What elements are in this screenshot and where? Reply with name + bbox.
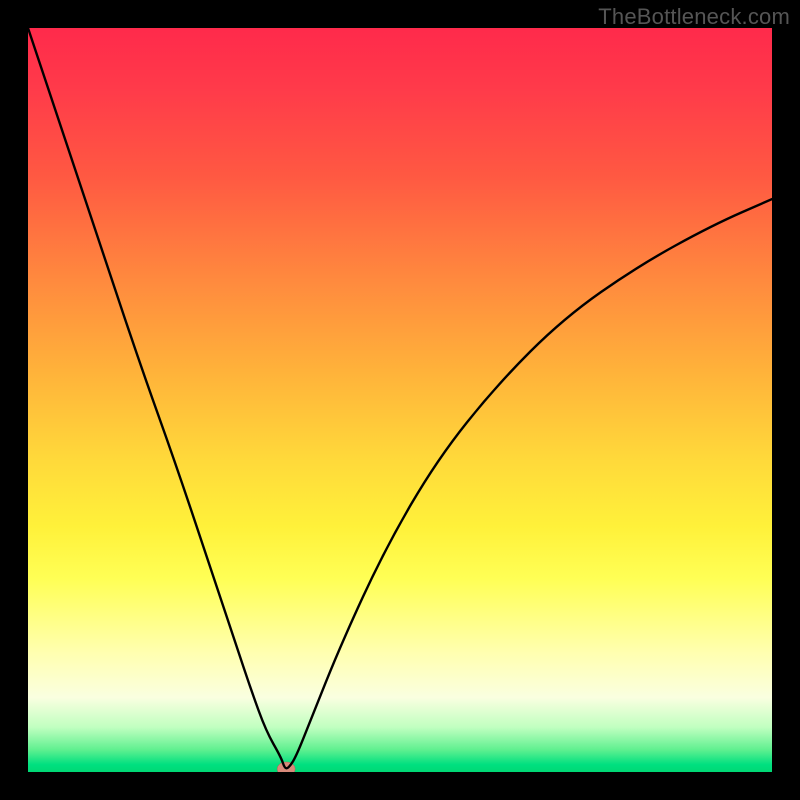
plot-area bbox=[28, 28, 772, 772]
curve-layer bbox=[28, 28, 772, 772]
bottleneck-curve bbox=[28, 28, 772, 768]
chart-frame: TheBottleneck.com bbox=[0, 0, 800, 800]
watermark-text: TheBottleneck.com bbox=[598, 4, 790, 30]
